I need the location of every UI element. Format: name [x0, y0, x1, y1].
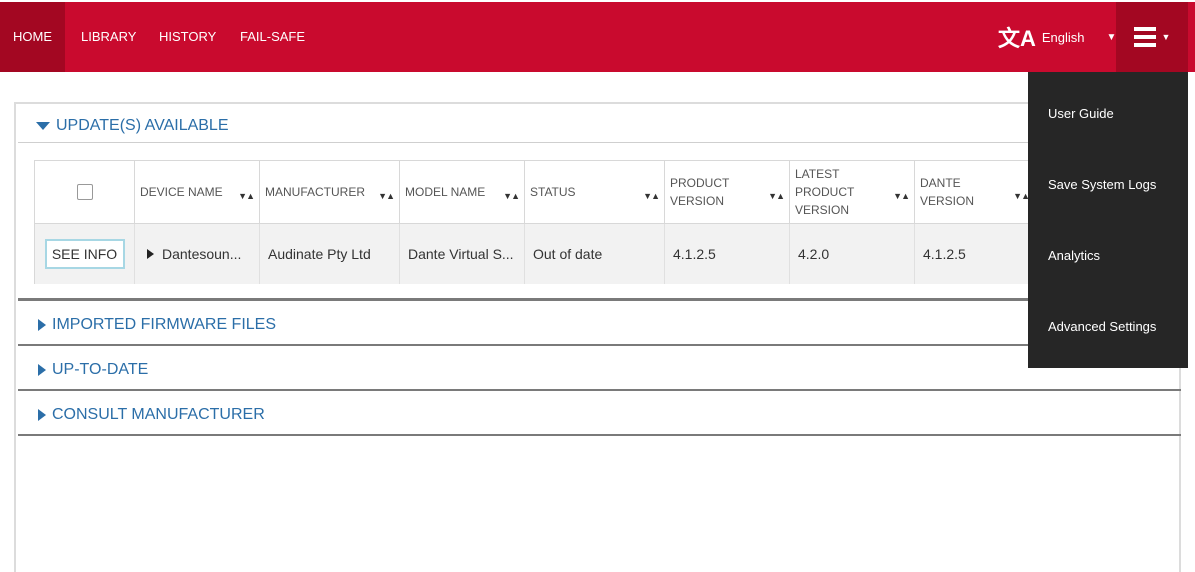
header-device-name[interactable]: DEVICE NAME ▼▲ [135, 161, 260, 223]
header-label: LATEST PRODUCT VERSION [795, 167, 855, 217]
divider [18, 389, 1181, 391]
sort-icon[interactable]: ▼▲ [768, 187, 785, 205]
sort-icon[interactable]: ▼▲ [503, 187, 520, 205]
triangle-right-icon [38, 409, 46, 421]
manufacturer-cell: Audinate Pty Ltd [260, 224, 400, 284]
latest-product-version-cell: 4.2.0 [790, 224, 915, 284]
section-consult-manufacturer[interactable]: CONSULT MANUFACTURER [18, 393, 1181, 437]
section-title: UP-TO-DATE [52, 361, 149, 378]
language-selector[interactable]: 文A English ▼ [998, 2, 1116, 72]
table-row: SEE INFO Dantesoun... Audinate Pty Ltd D… [35, 223, 1133, 284]
header-label: DANTE VERSION [920, 176, 975, 208]
action-cell: SEE INFO [35, 224, 135, 284]
product-version-cell: 4.1.2.5 [665, 224, 790, 284]
section-up-to-date[interactable]: UP-TO-DATE [18, 348, 1181, 392]
nav-fail-safe[interactable]: FAIL-SAFE [227, 2, 318, 72]
device-name: Dantesoun... [162, 246, 242, 262]
header-label: STATUS [530, 185, 576, 199]
main-panel: UPDATE(S) AVAILABLE DEVICE NAME ▼▲ MANUF… [14, 102, 1181, 572]
header-label: PRODUCT VERSION [670, 176, 730, 208]
section-imported-firmware[interactable]: IMPORTED FIRMWARE FILES [18, 303, 1181, 347]
header-model-name[interactable]: MODEL NAME ▼▲ [400, 161, 525, 223]
sort-icon[interactable]: ▼▲ [238, 187, 255, 205]
triangle-down-icon [36, 122, 50, 130]
nav-history[interactable]: HISTORY [146, 2, 229, 72]
dante-version-cell: 4.1.2.5 [915, 224, 1035, 284]
expand-row-icon[interactable] [147, 249, 154, 259]
section-title: CONSULT MANUFACTURER [52, 406, 265, 423]
sort-icon[interactable]: ▼▲ [378, 187, 395, 205]
header-status[interactable]: STATUS ▼▲ [525, 161, 665, 223]
main-menu-dropdown: User Guide Save System Logs Analytics Ad… [1028, 72, 1188, 368]
status-cell: Out of date [525, 224, 665, 284]
header-dante-version[interactable]: DANTE VERSION ▼▲ [915, 161, 1035, 223]
menu-item-advanced-settings[interactable]: Advanced Settings [1048, 319, 1156, 334]
header-label: MANUFACTURER [265, 185, 366, 199]
sort-icon[interactable]: ▼▲ [893, 187, 910, 205]
chevron-down-icon: ▼ [1106, 31, 1117, 43]
section-title: UPDATE(S) AVAILABLE [56, 117, 229, 134]
divider [18, 344, 1181, 346]
header-manufacturer[interactable]: MANUFACTURER ▼▲ [260, 161, 400, 223]
select-all-header [35, 161, 135, 223]
see-info-button[interactable]: SEE INFO [44, 239, 125, 269]
menu-item-analytics[interactable]: Analytics [1048, 248, 1100, 263]
header-product-version[interactable]: PRODUCT VERSION ▼▲ [665, 161, 790, 223]
sort-icon[interactable]: ▼▲ [643, 187, 660, 205]
divider [18, 298, 1181, 301]
translate-icon: 文A [998, 26, 1036, 51]
chevron-down-icon: ▼ [1161, 32, 1171, 42]
sort-icon[interactable]: ▼▲ [1013, 187, 1030, 205]
triangle-right-icon [38, 364, 46, 376]
section-title: IMPORTED FIRMWARE FILES [52, 316, 277, 333]
header-label: DEVICE NAME [140, 185, 223, 199]
nav-home[interactable]: HOME [0, 2, 65, 72]
hamburger-menu-icon [1133, 23, 1156, 51]
menu-item-save-system-logs[interactable]: Save System Logs [1048, 177, 1156, 192]
divider [18, 434, 1181, 436]
updates-table: DEVICE NAME ▼▲ MANUFACTURER ▼▲ MODEL NAM… [34, 160, 1134, 284]
device-name-cell: Dantesoun... [135, 224, 260, 284]
top-navbar: HOME LIBRARY HISTORY FAIL-SAFE 文A Englis… [0, 2, 1195, 72]
language-label: English [1041, 29, 1085, 45]
header-latest-product-version[interactable]: LATEST PRODUCT VERSION ▼▲ [790, 161, 915, 223]
nav-library[interactable]: LIBRARY [68, 2, 149, 72]
triangle-right-icon [38, 319, 46, 331]
menu-item-user-guide[interactable]: User Guide [1048, 106, 1114, 121]
model-name-cell: Dante Virtual S... [400, 224, 525, 284]
select-all-checkbox[interactable] [76, 184, 93, 200]
main-menu-button[interactable]: ▼ [1116, 2, 1188, 72]
divider [18, 142, 1181, 143]
header-label: MODEL NAME [405, 185, 486, 199]
